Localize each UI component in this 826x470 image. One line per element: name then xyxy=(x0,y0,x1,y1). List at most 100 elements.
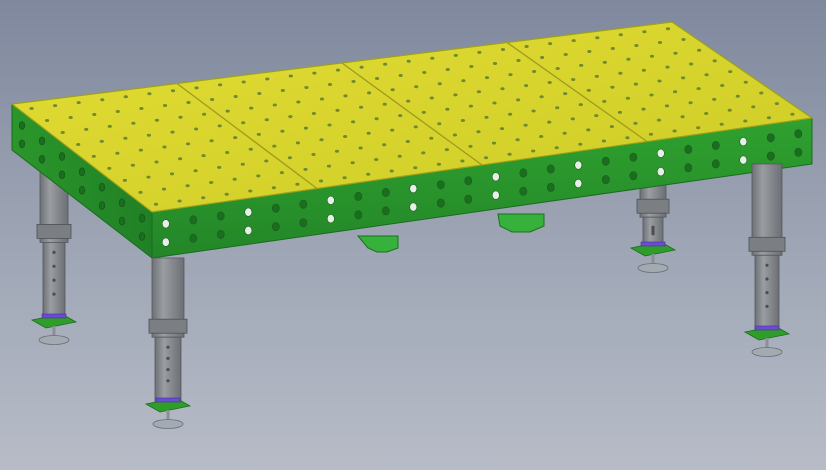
tabletop-hole xyxy=(743,119,748,123)
tabletop-hole xyxy=(107,124,112,128)
tabletop-hole xyxy=(138,190,143,194)
tabletop-hole xyxy=(375,77,380,80)
tabletop-hole xyxy=(492,101,497,105)
tabletop-hole xyxy=(193,169,198,173)
tabletop-hole xyxy=(664,104,670,108)
tabletop-hole xyxy=(648,132,654,136)
tabletop-hole xyxy=(319,97,325,101)
tabletop-hole xyxy=(437,82,442,86)
leg-front-left-adjust-hole xyxy=(166,356,170,360)
tabletop-hole xyxy=(413,166,418,170)
frame-side-hole xyxy=(18,139,26,149)
tabletop-hole xyxy=(586,128,591,132)
frame-front-hole xyxy=(574,179,583,189)
frame-front-hole xyxy=(491,172,500,182)
frame-front-hole xyxy=(216,229,225,239)
tabletop-hole xyxy=(500,48,506,51)
leg-back-left-adjust-hole xyxy=(52,292,56,296)
frame-front-hole xyxy=(189,233,198,243)
tabletop-hole xyxy=(508,73,513,77)
tabletop-hole xyxy=(492,62,498,65)
tabletop-hole xyxy=(272,144,277,148)
leg-front-right-adjust-hole xyxy=(765,291,769,295)
tabletop-hole xyxy=(460,159,465,163)
leg-front-left-height-clamp xyxy=(148,318,188,334)
tabletop-hole xyxy=(657,79,662,83)
tabletop-hole xyxy=(131,121,136,125)
tabletop-hole xyxy=(398,114,403,118)
frame-front-hole xyxy=(656,148,665,158)
frame-front-hole xyxy=(381,188,390,198)
tabletop-hole xyxy=(170,130,175,134)
tabletop-hole xyxy=(681,76,686,80)
tabletop-hole xyxy=(610,47,615,50)
frame-side-hole xyxy=(58,152,66,161)
tabletop-hole xyxy=(296,100,301,104)
tabletop-hole xyxy=(178,115,183,119)
tabletop-hole xyxy=(610,85,615,89)
tabletop-hole xyxy=(681,38,686,41)
tabletop-hole xyxy=(421,151,426,155)
tabletop-hole xyxy=(680,115,685,119)
tabletop-hole xyxy=(359,105,364,109)
frame-front-hole xyxy=(271,203,280,213)
tabletop-hole xyxy=(99,139,104,143)
tabletop-hole xyxy=(499,127,505,131)
tabletop-hole xyxy=(547,81,552,84)
tabletop-hole xyxy=(649,93,654,97)
tabletop-hole xyxy=(571,78,576,81)
tabletop-hole xyxy=(641,107,646,111)
leg-front-left-adjust-hole xyxy=(166,379,170,383)
tabletop-hole xyxy=(548,42,553,46)
frame-front-hole xyxy=(601,175,610,185)
leg-front-right-leveling-pad xyxy=(751,347,783,357)
tabletop-hole xyxy=(122,178,127,182)
frame-side-hole xyxy=(18,121,26,130)
tabletop-hole xyxy=(162,145,167,149)
frame-front-hole xyxy=(629,171,638,181)
frame-front-hole xyxy=(354,191,363,201)
frame-front-hole xyxy=(216,211,225,221)
tabletop-hole xyxy=(555,106,560,110)
tabletop-hole xyxy=(697,48,702,52)
tabletop-hole xyxy=(139,107,144,110)
tabletop-hole xyxy=(256,132,261,136)
leg-back-left-adjust-hole xyxy=(52,278,56,282)
frame-side-hole xyxy=(78,185,86,195)
tabletop-hole xyxy=(587,50,592,53)
cad-viewport[interactable] xyxy=(0,0,826,470)
frame-front-hole xyxy=(601,156,610,166)
tabletop-hole xyxy=(194,127,199,131)
tabletop-hole xyxy=(665,65,670,69)
tabletop-hole xyxy=(539,95,544,99)
tabletop-hole xyxy=(601,139,607,143)
tabletop-hole xyxy=(233,136,238,140)
tabletop-hole xyxy=(476,90,481,94)
tabletop-hole xyxy=(147,92,152,96)
frame-side-hole xyxy=(78,167,86,177)
tabletop-hole xyxy=(115,110,120,113)
frame-front-hole xyxy=(766,133,775,143)
tabletop-hole xyxy=(209,181,214,184)
frame-front-hole xyxy=(491,190,500,200)
tabletop-hole xyxy=(445,107,450,111)
welding-table-model xyxy=(10,21,814,429)
tabletop-hole xyxy=(241,121,246,125)
tabletop-hole xyxy=(618,33,623,37)
tabletop-hole xyxy=(217,124,222,128)
tabletop-hole xyxy=(507,152,512,156)
tabletop-hole xyxy=(547,120,552,124)
frame-side-hole xyxy=(38,136,46,146)
tabletop-hole xyxy=(689,62,694,66)
leg-front-right-foot-accent xyxy=(754,325,780,331)
tabletop-hole xyxy=(287,156,292,160)
frame-front-hole xyxy=(711,159,720,169)
frame-front-hole xyxy=(271,222,280,232)
tabletop-hole xyxy=(532,70,537,73)
tabletop-hole xyxy=(602,99,607,103)
tabletop-hole xyxy=(790,112,795,116)
tabletop-hole xyxy=(84,127,89,131)
leg-back-left-leveling-pad xyxy=(38,335,70,345)
tabletop-hole xyxy=(312,71,317,75)
leg-back-left-foot-accent xyxy=(41,313,67,319)
